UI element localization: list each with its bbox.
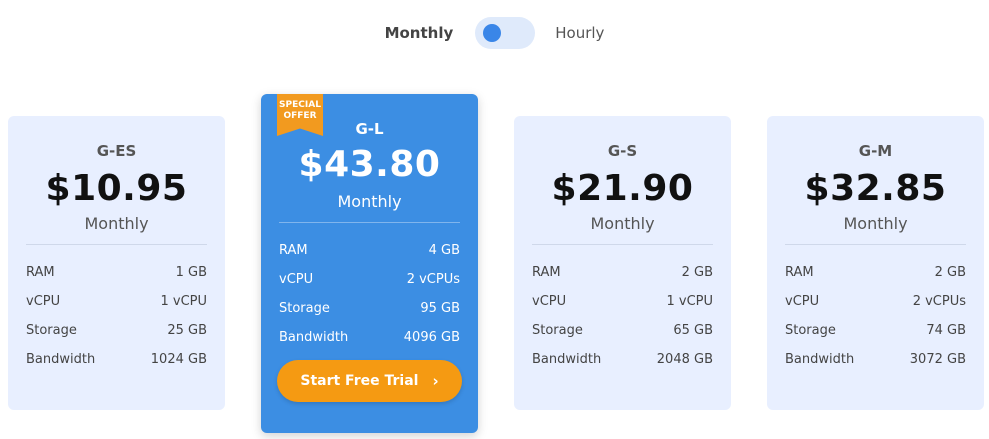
spec-row-bandwidth: Bandwidth 4096 GB — [279, 323, 460, 352]
plan-card-g-s: G-S $21.90 Monthly RAM 2 GB vCPU 1 vCPU St… — [514, 116, 731, 410]
spec-row-bandwidth: Bandwidth 1024 GB — [26, 345, 207, 374]
toggle-knob[interactable] — [483, 24, 502, 42]
spec-value: 2 vCPUs — [406, 272, 460, 287]
spec-row-vcpu: vCPU 2 vCPUs — [279, 265, 460, 294]
plan-period: Monthly — [337, 192, 402, 211]
plan-card-g-es: G-ES $10.95 Monthly RAM 1 GB vCPU 1 vCPU S… — [8, 116, 225, 410]
spec-label: vCPU — [785, 294, 820, 309]
plan-price: $21.90 — [551, 168, 694, 209]
plan-card-g-m: G-M $32.85 Monthly RAM 2 GB vCPU 2 vCPUs S… — [767, 116, 984, 410]
spec-row-storage: Storage 74 GB — [785, 316, 966, 345]
plan-price: $10.95 — [45, 168, 188, 209]
spec-label: Bandwidth — [785, 352, 855, 367]
spec-label: Bandwidth — [26, 352, 96, 367]
spec-label: Storage — [26, 323, 77, 338]
divider — [785, 244, 966, 245]
chevron-right-icon: › — [432, 372, 439, 390]
spec-label: vCPU — [26, 294, 61, 309]
spec-list: RAM 2 GB vCPU 1 vCPU Storage 65 GB Bandwidt… — [532, 258, 713, 374]
spec-label: Storage — [785, 323, 836, 338]
billing-period-toggle[interactable] — [475, 17, 536, 49]
plan-price: $43.80 — [298, 144, 441, 185]
start-free-trial-button[interactable]: Start Free Trial › — [277, 360, 462, 402]
spec-value: 2 vCPUs — [912, 294, 966, 309]
badge-line-1: SPECIAL — [279, 100, 321, 110]
spec-value: 1024 GB — [150, 352, 207, 367]
spec-row-storage: Storage 95 GB — [279, 294, 460, 323]
plan-period: Monthly — [590, 214, 655, 233]
spec-row-ram: RAM 2 GB — [785, 258, 966, 287]
spec-row-vcpu: vCPU 1 vCPU — [532, 287, 713, 316]
spec-value: 4096 GB — [403, 330, 460, 345]
spec-row-ram: RAM 2 GB — [532, 258, 713, 287]
spec-label: vCPU — [532, 294, 567, 309]
hourly-label[interactable]: Hourly — [555, 24, 604, 42]
divider — [532, 244, 713, 245]
spec-list: RAM 2 GB vCPU 2 vCPUs Storage 74 GB Bandwid… — [785, 258, 966, 374]
spec-label: Bandwidth — [279, 330, 349, 345]
spec-label: Storage — [532, 323, 583, 338]
spec-list: RAM 4 GB vCPU 2 vCPUs Storage 95 GB Bandwid… — [279, 236, 460, 352]
spec-label: vCPU — [279, 272, 314, 287]
cta-label: Start Free Trial — [300, 373, 419, 389]
spec-row-bandwidth: Bandwidth 3072 GB — [785, 345, 966, 374]
spec-value: 4 GB — [428, 243, 460, 258]
spec-row-bandwidth: Bandwidth 2048 GB — [532, 345, 713, 374]
plan-name: G-S — [607, 142, 638, 160]
spec-value: 2048 GB — [656, 352, 713, 367]
spec-value: 1 vCPU — [160, 294, 207, 309]
spec-label: Storage — [279, 301, 330, 316]
spec-value: 65 GB — [673, 323, 713, 338]
spec-value: 2 GB — [681, 265, 713, 280]
spec-value: 95 GB — [420, 301, 460, 316]
spec-row-ram: RAM 4 GB — [279, 236, 460, 265]
spec-label: RAM — [26, 265, 55, 280]
spec-row-storage: Storage 25 GB — [26, 316, 207, 345]
divider — [26, 244, 207, 245]
spec-value: 1 GB — [175, 265, 207, 280]
spec-list: RAM 1 GB vCPU 1 vCPU Storage 25 GB Bandwidt… — [26, 258, 207, 374]
spec-row-storage: Storage 65 GB — [532, 316, 713, 345]
divider — [279, 222, 460, 223]
plan-name: G-L — [355, 120, 384, 138]
plan-price: $32.85 — [804, 168, 947, 209]
spec-value: 25 GB — [167, 323, 207, 338]
spec-row-vcpu: vCPU 2 vCPUs — [785, 287, 966, 316]
spec-value: 3072 GB — [909, 352, 966, 367]
spec-value: 2 GB — [934, 265, 966, 280]
plan-card-g-l: SPECIAL OFFER G-L $43.80 Monthly RAM 4 GB… — [261, 94, 478, 433]
spec-label: RAM — [785, 265, 814, 280]
plan-name: G-M — [858, 142, 893, 160]
spec-row-vcpu: vCPU 1 vCPU — [26, 287, 207, 316]
billing-toggle-row: Monthly Hourly — [0, 14, 989, 52]
spec-label: RAM — [279, 243, 308, 258]
spec-row-ram: RAM 1 GB — [26, 258, 207, 287]
plan-period: Monthly — [84, 214, 149, 233]
plan-name: G-ES — [96, 142, 137, 160]
spec-value: 74 GB — [926, 323, 966, 338]
monthly-label[interactable]: Monthly — [385, 24, 454, 42]
spec-label: RAM — [532, 265, 561, 280]
spec-value: 1 vCPU — [666, 294, 713, 309]
plan-period: Monthly — [843, 214, 908, 233]
spec-label: Bandwidth — [532, 352, 602, 367]
